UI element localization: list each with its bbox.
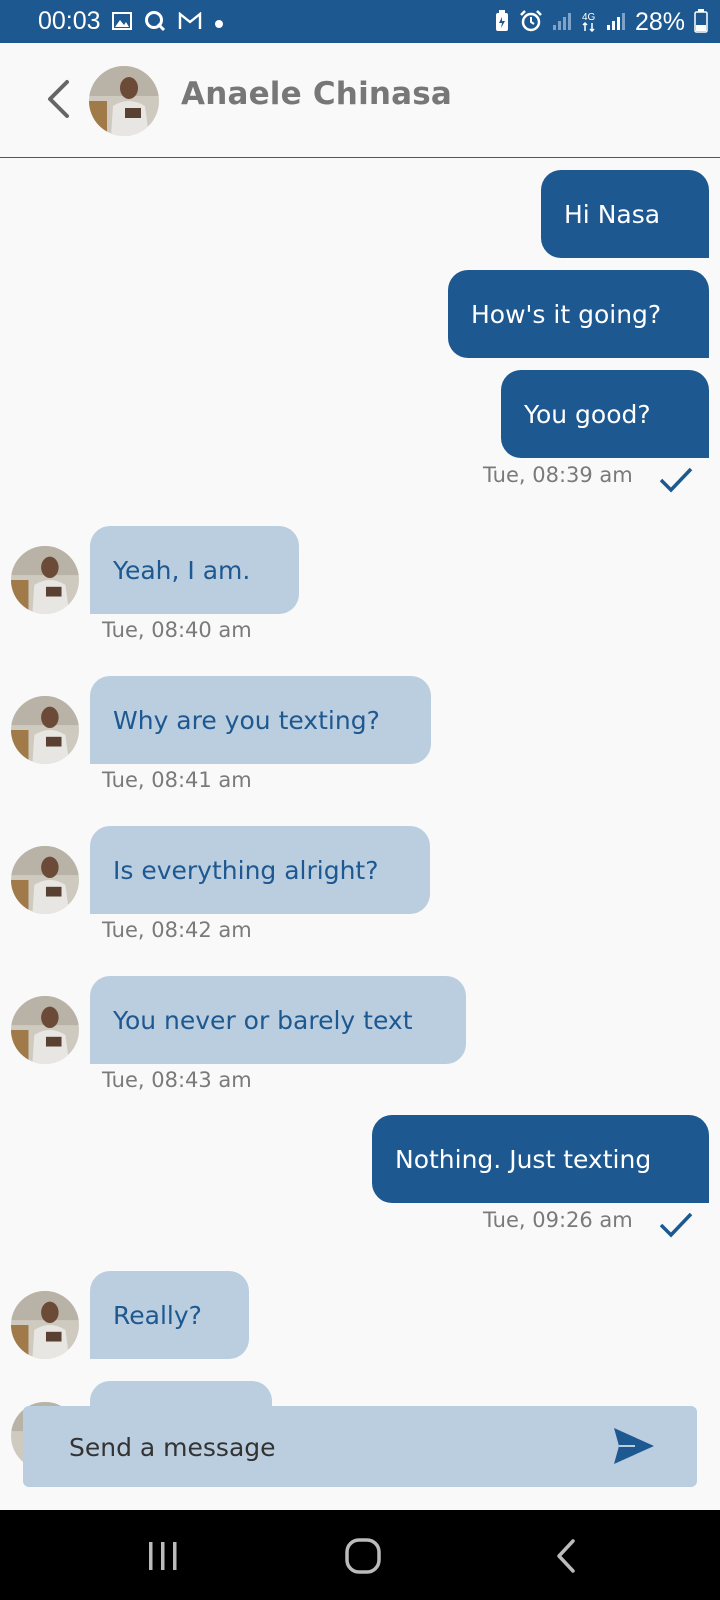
sender-avatar[interactable]: [11, 846, 79, 914]
message-timestamp: Tue, 08:40 am: [102, 618, 252, 642]
incoming-message-bubble[interactable]: Is everything alright?: [90, 826, 430, 914]
status-bar: 00:03 4G 28%: [0, 0, 720, 43]
sender-avatar[interactable]: [11, 996, 79, 1064]
home-button[interactable]: [339, 1534, 387, 1578]
chat-screen: 00:03 4G 28% Anaele Chinasa Hi Nasa How'…: [0, 0, 720, 1600]
message-text: You never or barely text: [113, 1005, 413, 1035]
gmail-icon: [178, 11, 202, 34]
checkmark-icon: [659, 1212, 693, 1238]
system-navigation-bar: [0, 1510, 720, 1600]
outgoing-message-bubble[interactable]: How's it going?: [448, 270, 709, 358]
contact-name[interactable]: Anaele Chinasa: [181, 76, 452, 112]
incoming-message-bubble[interactable]: Why are you texting?: [90, 676, 431, 764]
dot-icon: [214, 14, 224, 33]
message-text: Nothing. Just texting: [395, 1144, 652, 1174]
message-timestamp: Tue, 08:42 am: [102, 918, 252, 942]
sender-avatar[interactable]: [11, 1291, 79, 1359]
message-text: Hi Nasa: [564, 199, 661, 229]
back-icon: [557, 1539, 575, 1573]
battery-icon: [694, 8, 708, 37]
notification-icons: [112, 10, 224, 36]
signal-icon: [606, 11, 626, 35]
contact-avatar[interactable]: [89, 66, 159, 136]
message-timestamp: Tue, 08:43 am: [102, 1068, 252, 1092]
incoming-message-bubble[interactable]: You never or barely text: [90, 976, 466, 1064]
chevron-left-icon: [48, 80, 69, 118]
recent-apps-icon: [149, 1542, 177, 1570]
message-timestamp: Tue, 09:26 am: [483, 1208, 633, 1232]
send-button[interactable]: [611, 1424, 657, 1468]
battery-percentage: 28%: [634, 8, 685, 36]
message-text: Why are you texting?: [113, 705, 380, 735]
4g-icon: 4G: [581, 10, 597, 36]
chat-header: Anaele Chinasa: [0, 43, 720, 158]
message-timestamp: Tue, 08:41 am: [102, 768, 252, 792]
incoming-message-bubble[interactable]: Yeah, I am.: [90, 526, 299, 614]
sender-avatar[interactable]: [11, 546, 79, 614]
message-input[interactable]: [69, 1426, 589, 1468]
message-text: How's it going?: [471, 299, 662, 329]
nav-back-button[interactable]: [542, 1534, 590, 1578]
q-app-icon: [144, 10, 166, 36]
outgoing-message-bubble[interactable]: Nothing. Just texting: [372, 1115, 709, 1203]
message-text: Yeah, I am.: [113, 555, 251, 585]
incoming-message-bubble[interactable]: Really?: [90, 1271, 249, 1359]
recent-apps-button[interactable]: [139, 1534, 187, 1578]
system-icons: 4G 28%: [494, 8, 708, 37]
outgoing-message-bubble[interactable]: You good?: [501, 370, 709, 458]
gallery-icon: [112, 12, 132, 34]
outgoing-message-bubble[interactable]: Hi Nasa: [541, 170, 709, 258]
send-icon: [614, 1428, 654, 1464]
home-icon: [345, 1538, 381, 1574]
signal-icon: [552, 11, 572, 35]
battery-saver-icon: [494, 9, 510, 36]
back-button[interactable]: [38, 76, 78, 122]
svg-text:4G: 4G: [582, 12, 596, 23]
sender-avatar[interactable]: [11, 696, 79, 764]
message-composer: [23, 1406, 697, 1487]
checkmark-icon: [659, 467, 693, 493]
message-text: Really?: [113, 1300, 202, 1330]
message-timestamp: Tue, 08:39 am: [483, 463, 633, 487]
alarm-icon: [519, 9, 543, 37]
status-time: 00:03: [38, 7, 101, 35]
message-text: Is everything alright?: [113, 855, 379, 885]
message-text: You good?: [524, 399, 651, 429]
